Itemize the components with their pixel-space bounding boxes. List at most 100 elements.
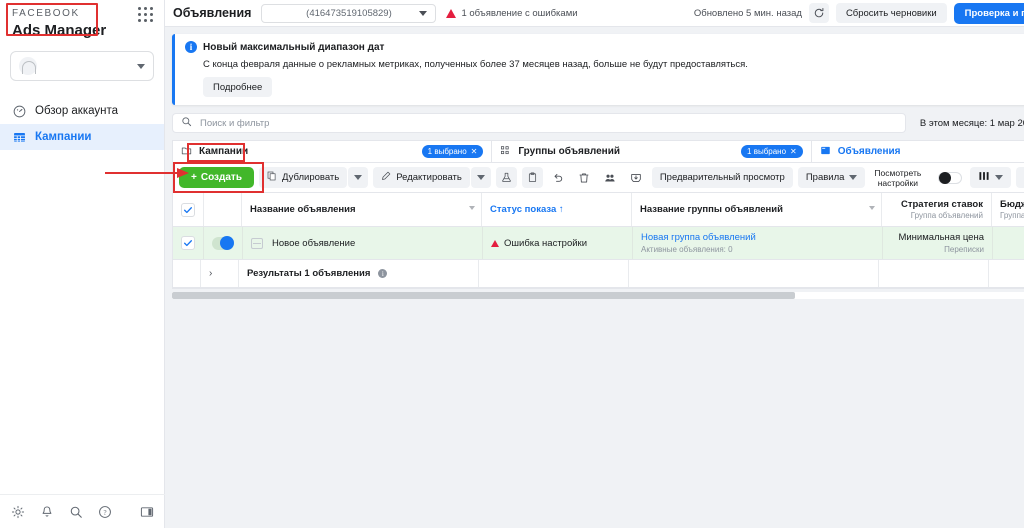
preview-button[interactable]: Предварительный просмотр bbox=[651, 167, 793, 188]
error-notice[interactable]: 1 объявление с ошибками bbox=[446, 8, 578, 19]
close-icon[interactable]: ✕ bbox=[790, 147, 797, 156]
header-ad-name[interactable]: Название объявления bbox=[242, 193, 482, 226]
chevron-down-icon[interactable] bbox=[469, 206, 475, 210]
chevron-down-icon bbox=[419, 10, 428, 16]
trash-icon[interactable] bbox=[574, 167, 595, 188]
banner-learn-more-button[interactable]: Подробнее bbox=[203, 77, 273, 97]
sidebar-item-account-overview[interactable]: Обзор аккаунта bbox=[0, 98, 164, 124]
info-banner: i Новый максимальный диапазон дат С конц… bbox=[172, 34, 1024, 105]
table-row[interactable]: Новое объявление Ошибка настройки Новая … bbox=[173, 227, 1024, 260]
rules-button[interactable]: Правила bbox=[797, 167, 866, 188]
duplicate-dropdown-toggle[interactable] bbox=[348, 167, 369, 188]
table-summary-row[interactable]: › Результаты 1 объявления i bbox=[173, 260, 1024, 288]
tab-campaigns[interactable]: Кампании 1 выбрано ✕ bbox=[172, 140, 493, 162]
gear-icon[interactable] bbox=[10, 504, 26, 520]
bell-icon[interactable] bbox=[39, 504, 55, 520]
row-checkbox[interactable] bbox=[181, 236, 195, 250]
plus-icon: + bbox=[191, 172, 197, 183]
tab-ad-sets[interactable]: Группы объявлений 1 выбрано ✕ bbox=[492, 140, 812, 162]
tab-ads[interactable]: Объявления 1 выбрано ✕ bbox=[811, 140, 1024, 162]
create-button[interactable]: + Создать bbox=[179, 167, 254, 188]
main-area: Объявления (416473519105829) 1 объявлени… bbox=[165, 0, 1024, 528]
tab-selection-badge[interactable]: 1 выбрано ✕ bbox=[741, 145, 803, 158]
search-icon[interactable] bbox=[68, 504, 84, 520]
ab-test-icon[interactable] bbox=[495, 167, 517, 188]
summary-expand-cell[interactable]: › bbox=[201, 260, 239, 287]
header-delivery-status[interactable]: Статус показа ↑ bbox=[482, 193, 632, 226]
header-bid-strategy[interactable]: Стратегия ставок Группа объявлений bbox=[882, 193, 992, 226]
last-updated-label: Обновлено 5 мин. назад bbox=[693, 7, 802, 19]
row-budget-cell: Б bbox=[993, 227, 1024, 259]
chevron-down-icon bbox=[137, 63, 145, 69]
chevron-down-icon bbox=[995, 175, 1004, 180]
sidebar-item-campaigns[interactable]: Кампании bbox=[0, 124, 164, 150]
apps-grid-icon[interactable] bbox=[138, 7, 154, 23]
row-status-toggle-cell[interactable] bbox=[204, 227, 243, 259]
view-setup-button[interactable]: Посмотреть настройки bbox=[870, 168, 925, 188]
header-toggle-col bbox=[204, 193, 242, 226]
close-icon[interactable]: ✕ bbox=[471, 147, 478, 156]
account-id-value: (416473519105829) bbox=[306, 7, 392, 19]
summary-budget-cell bbox=[989, 260, 1024, 287]
content-area: i Новый максимальный диапазон дат С конц… bbox=[165, 27, 1024, 528]
chevron-down-icon bbox=[354, 175, 363, 180]
row-adset-cell[interactable]: Новая группа объявлений Активные объявле… bbox=[633, 227, 883, 259]
chevron-down-icon[interactable] bbox=[869, 206, 875, 210]
pencil-icon bbox=[381, 171, 391, 184]
horizontal-scrollbar[interactable] bbox=[172, 289, 1024, 300]
export-tag-icon[interactable] bbox=[626, 167, 647, 188]
header-budget[interactable]: Бюджет Группа с bbox=[992, 193, 1024, 226]
summary-label-cell: Результаты 1 объявления i bbox=[239, 260, 479, 287]
tab-selection-badge[interactable]: 1 выбрано ✕ bbox=[421, 145, 484, 158]
search-icon bbox=[181, 114, 192, 132]
banner-title: Новый максимальный диапазон дат bbox=[203, 41, 385, 53]
columns-button[interactable] bbox=[970, 167, 1012, 188]
search-and-filter-box[interactable] bbox=[172, 113, 906, 133]
gauge-icon bbox=[12, 104, 26, 118]
info-icon[interactable]: i bbox=[378, 269, 388, 278]
ad-status-toggle[interactable] bbox=[212, 236, 234, 250]
breakdown-button[interactable] bbox=[1016, 167, 1024, 188]
select-all-checkbox[interactable] bbox=[181, 202, 195, 217]
date-range-picker[interactable]: В этом месяце: 1 мар 2021 г. – 2 мар 202… bbox=[914, 118, 1024, 129]
audience-icon[interactable] bbox=[600, 167, 621, 188]
ad-icon bbox=[820, 143, 831, 161]
clipboard-icon[interactable] bbox=[521, 167, 543, 188]
adset-link[interactable]: Новая группа объявлений bbox=[641, 232, 874, 243]
table-header-row: Название объявления Статус показа ↑ Назв… bbox=[173, 193, 1024, 227]
header-adset-name[interactable]: Название группы объявлений bbox=[632, 193, 882, 226]
header-label: Название объявления bbox=[250, 204, 356, 215]
account-selector[interactable] bbox=[10, 51, 154, 81]
account-id-dropdown[interactable]: (416473519105829) bbox=[261, 3, 437, 23]
summary-label: Результаты 1 объявления bbox=[247, 268, 371, 279]
summary-bid-cell bbox=[879, 260, 989, 287]
duplicate-button[interactable]: Дублировать bbox=[258, 167, 348, 188]
edit-dropdown-toggle[interactable] bbox=[470, 167, 491, 188]
header-select-all[interactable] bbox=[173, 193, 204, 226]
row-ad-name-cell[interactable]: Новое объявление bbox=[243, 227, 483, 259]
edit-button[interactable]: Редактировать bbox=[373, 167, 470, 188]
discard-drafts-button[interactable]: Сбросить черновики bbox=[835, 3, 947, 23]
scrollbar-track[interactable] bbox=[172, 292, 1024, 299]
refresh-icon[interactable] bbox=[808, 3, 829, 23]
undo-icon[interactable] bbox=[548, 167, 569, 188]
review-and-publish-button[interactable]: Проверка и публикация (3) bbox=[953, 2, 1024, 24]
row-select-cell[interactable] bbox=[173, 227, 204, 259]
sidebar-footer: ? bbox=[0, 494, 165, 528]
badge-label: 1 выбрано bbox=[747, 147, 787, 156]
date-range-label: В этом месяце: 1 мар 2021 г. – 2 мар 202… bbox=[919, 117, 1024, 129]
collapse-panel-icon[interactable] bbox=[139, 504, 155, 520]
summary-adset-cell bbox=[629, 260, 879, 287]
toggle-switch-off[interactable] bbox=[938, 171, 963, 184]
search-input[interactable] bbox=[198, 116, 897, 130]
scrollbar-thumb[interactable] bbox=[172, 292, 796, 299]
chevron-right-icon[interactable]: › bbox=[209, 268, 212, 279]
edit-split-button: Редактировать bbox=[373, 167, 491, 188]
view-setup-line2: настройки bbox=[877, 177, 918, 188]
svg-text:?: ? bbox=[103, 508, 106, 516]
table-toolbar: + Создать Дублировать Редактировать Пред… bbox=[172, 162, 1024, 193]
campaign-icon bbox=[181, 143, 192, 161]
tab-label: Объявления bbox=[837, 146, 901, 157]
help-icon[interactable]: ? bbox=[97, 504, 113, 520]
header-label: Название группы объявлений bbox=[640, 204, 783, 215]
